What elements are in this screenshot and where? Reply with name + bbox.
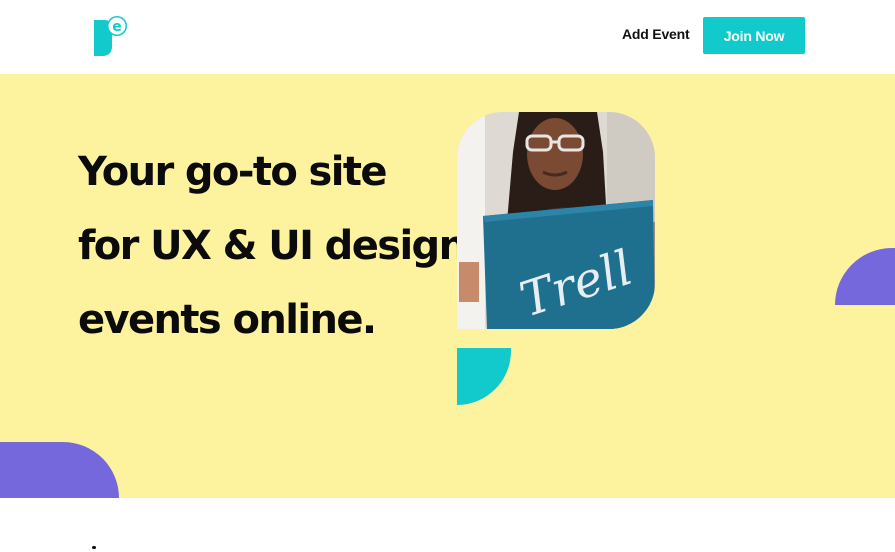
site-header: e Add Event Join Now (0, 0, 895, 74)
purple-accent-shape-left (0, 442, 119, 498)
next-section (0, 498, 895, 552)
section-text-fragment (92, 546, 96, 549)
purple-accent-shape-right (835, 248, 895, 305)
hero-title-line-3: events online. (78, 297, 377, 343)
svg-text:e: e (112, 19, 122, 35)
teal-accent-shape (457, 348, 511, 405)
hero-section: Your go-to site for UX & UI design event… (0, 74, 895, 498)
join-now-button[interactable]: Join Now (703, 17, 805, 54)
hero-title: Your go-to site for UX & UI design event… (78, 135, 467, 357)
person-laptop-illustration: Trell (457, 112, 655, 329)
brand-logo-icon[interactable]: e (94, 12, 128, 58)
hero-title-line-1: Your go-to site (78, 149, 388, 195)
add-event-link[interactable]: Add Event (622, 26, 690, 42)
hero-photo: Trell (457, 112, 655, 329)
page: e Add Event Join Now Your go-to site for… (0, 0, 895, 552)
hero-title-line-2: for UX & UI design (78, 223, 467, 269)
